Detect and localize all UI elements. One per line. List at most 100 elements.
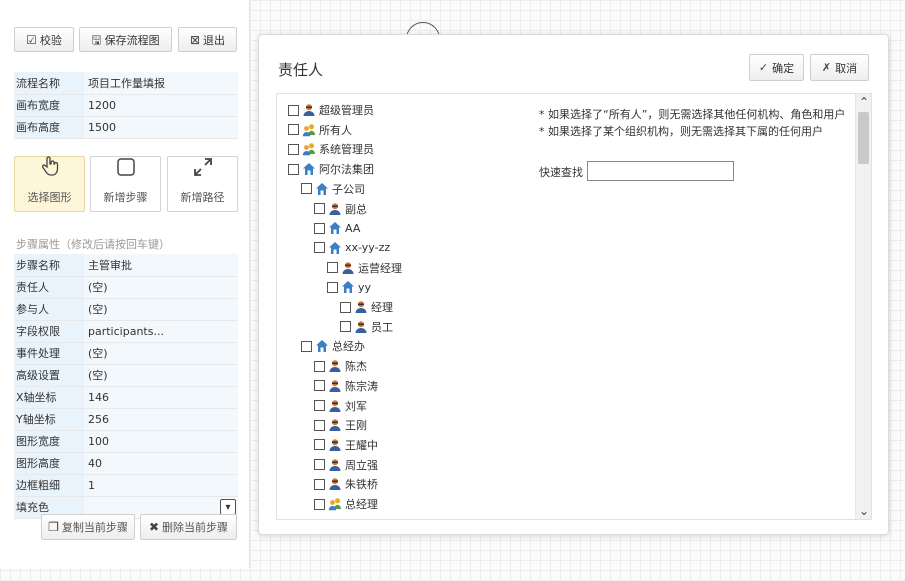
tree-item-checkbox[interactable] [314,498,325,510]
table-row[interactable]: 步骤名称 主管审批 [14,254,238,277]
tree-item-checkbox[interactable] [340,321,351,333]
tree-item[interactable]: 陈杰 [314,357,367,375]
pointer-hand-icon [39,155,61,182]
tree-item-checkbox[interactable] [314,242,325,254]
tree-item[interactable]: 子公司 [301,180,365,198]
exit-button[interactable]: ⊠ 退出 [178,27,237,52]
user-icon [341,261,355,275]
tree-item-checkbox[interactable] [314,439,325,451]
user-group-icon [302,123,316,137]
save-flow-button[interactable]: 🖫 保存流程图 [79,27,172,52]
copy-step-button[interactable]: ❐ 复制当前步骤 [41,514,135,540]
tree-item-label: 经理 [371,301,393,314]
tree-item[interactable]: 经理 [340,298,393,316]
chevron-up-icon[interactable]: ⌃ [856,94,871,110]
tree-item-checkbox[interactable] [314,203,325,214]
table-row[interactable]: 图形宽度 100 [14,430,238,453]
tree-item[interactable]: 王耀中 [314,436,378,454]
user-icon [328,477,342,491]
tree-item-label: 总经理 [345,498,378,511]
tree-item-checkbox[interactable] [288,143,299,155]
save-icon: 🖫 [91,32,102,47]
table-row[interactable]: 流程名称 项目工作量填报 [14,72,238,95]
tree-item[interactable]: 运营经理 [327,259,402,277]
table-row[interactable]: 画布高度 1500 [14,116,238,139]
tree-item[interactable]: 刘军 [314,397,367,415]
tree-item-label: 副总 [345,202,367,216]
tree-item[interactable]: 王刚 [314,416,367,434]
tree-item[interactable]: 朱铁桥 [314,475,378,493]
tree-item-checkbox[interactable] [314,478,325,490]
scrollbar-thumb[interactable] [858,112,869,164]
quick-search-input[interactable] [587,161,734,181]
tree-item[interactable]: 周立强 [314,456,378,474]
tree-item-checkbox[interactable] [314,380,325,392]
cancel-button[interactable]: ✗ 取消 [810,54,869,81]
tree-item[interactable]: yy [327,278,371,296]
tree-item-checkbox[interactable] [301,340,312,352]
user-icon [328,202,342,216]
tree-item-label: 系统管理员 [319,143,374,157]
tree-item-checkbox[interactable] [314,419,325,431]
dialog-body: 超级管理员所有人系统管理员阿尔法集团子公司副总 AA xx-yy-zz 运营经理 yy 经… [276,93,872,520]
table-row[interactable]: Y轴坐标 256 [14,408,238,431]
diagonal-arrows-icon [193,157,213,182]
tree-item[interactable]: 副总 [314,200,367,218]
checkmark-icon: ✓ [758,61,769,74]
square-outline-icon [116,157,136,182]
tree-item[interactable]: xx-yy-zz [314,239,390,257]
tree-item-checkbox[interactable] [314,360,325,372]
add-path-tool[interactable]: 新增路径 [167,156,238,212]
chevron-down-icon[interactable]: ⌄ [856,503,871,519]
close-icon: ✖ [148,520,160,534]
tree-item-checkbox[interactable] [314,400,325,411]
tree-item-checkbox[interactable] [314,459,325,471]
organization-home-icon [315,182,329,196]
tree-item[interactable]: 系统管理员 [288,140,374,158]
tree-item[interactable]: 总经办 [301,337,365,355]
tree-item[interactable]: 所有人 [288,121,352,139]
tree-item-checkbox[interactable] [327,281,338,293]
table-row[interactable]: 画布宽度 1200 [14,94,238,117]
vertical-scrollbar[interactable]: ⌃ ⌄ [855,94,871,519]
checkbox-check-icon: ☑ [26,32,37,47]
table-row[interactable]: 事件处理 (空) [14,342,238,365]
tree-item-label: xx-yy-zz [345,241,391,255]
table-row[interactable]: X轴坐标 146 [14,386,238,409]
tree-item-checkbox[interactable] [327,262,338,274]
tree-item[interactable]: 超级管理员 [288,101,374,119]
tree-item[interactable]: 员工 [340,318,393,336]
validate-button[interactable]: ☑ 校验 [14,27,74,52]
close-icon: ✗ [821,61,832,74]
delete-step-button[interactable]: ✖ 删除当前步骤 [140,514,237,540]
tree-item[interactable]: 阿尔法集团 [288,160,374,178]
tree-item-checkbox[interactable] [301,183,312,195]
copy-icon: ❐ [48,520,59,534]
tree-item-checkbox[interactable] [288,104,299,116]
tree-item-label: 子公司 [332,182,365,196]
tree-item-checkbox[interactable] [288,124,299,136]
tree-item[interactable]: 陈宗涛 [314,377,378,395]
tree-item-checkbox[interactable] [340,301,351,313]
table-row[interactable]: 图形高度 40 [14,452,238,475]
add-step-tool[interactable]: 新增步骤 [90,156,161,212]
table-row[interactable]: 高级设置 (空) [14,364,238,387]
tree-item-label: 超级管理员 [319,104,374,117]
confirm-button[interactable]: ✓ 确定 [749,54,804,81]
tree-item-label: yy [358,280,372,294]
chevron-down-icon[interactable]: ▾ [220,499,236,515]
tree-item-checkbox[interactable] [314,222,325,234]
table-row[interactable]: 字段权限 participants... [14,320,238,343]
tree-item-checkbox[interactable] [288,163,299,175]
table-row[interactable]: 边框粗细 1 [14,474,238,497]
tree-item[interactable]: 总经理 [314,495,378,513]
assignee-dialog: 责任人 ✓ 确定 ✗ 取消 超级管理员所有人系统管理员阿尔法集团子公司副总 AA x… [258,34,889,535]
hint-text: * 如果选择了“所有人”，则无需选择其他任何机构、角色和用户 [539,108,846,121]
organization-home-icon [302,162,316,176]
table-row[interactable]: 参与人 (空) [14,298,238,321]
dialog-title: 责任人 [278,61,324,79]
select-shape-tool[interactable]: 选择图形 [14,156,85,212]
step-properties-table: 步骤名称 主管审批 责任人 (空) 参与人 (空) 字段权限 participants.… [14,254,238,519]
table-row[interactable]: 责任人 (空) [14,276,238,299]
tree-item[interactable]: AA [314,219,360,237]
